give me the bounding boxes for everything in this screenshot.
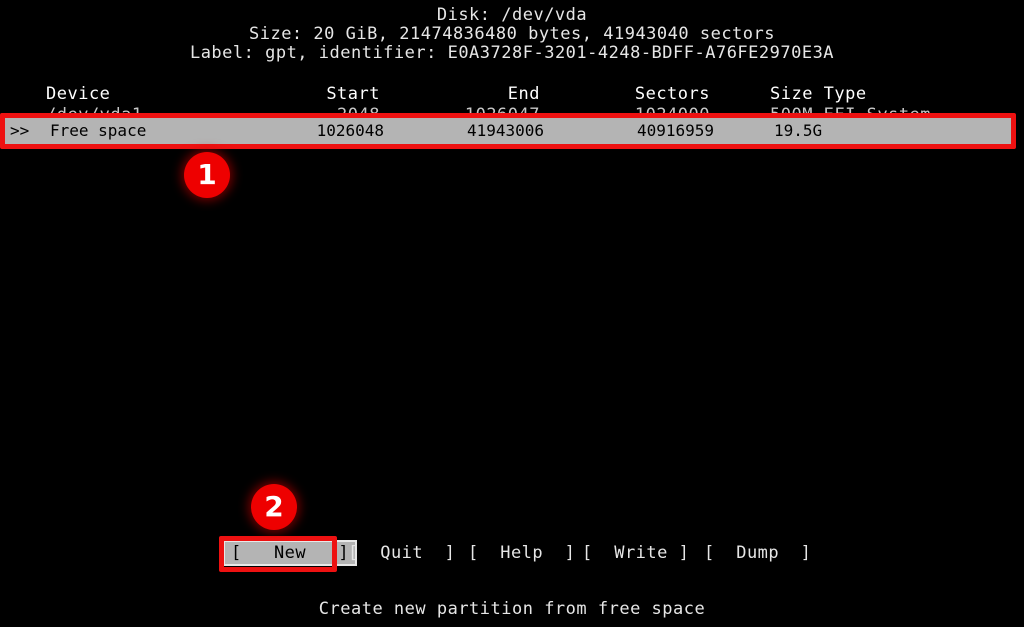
disk-size-line: Size: 20 GiB, 21474836480 bytes, 4194304… xyxy=(248,24,775,44)
status-line: Create new partition from free space xyxy=(318,599,706,619)
table-header-row: Device Start End Sectors Size Type xyxy=(0,84,1024,105)
row-start: 1026048 xyxy=(316,121,384,140)
column-header-sectors: Sectors xyxy=(634,84,710,104)
selection-marker: >> xyxy=(10,121,30,140)
menu-item-write[interactable]: [ Write ] xyxy=(582,540,689,566)
annotation-badge-2: 2 xyxy=(251,484,297,530)
row-size-type: 19.5G xyxy=(774,121,823,140)
disk-header: Disk: /dev/vda Size: 20 GiB, 21474836480… xyxy=(0,6,1024,63)
column-header-size-type: Size Type xyxy=(770,84,867,104)
disk-title: Disk: /dev/vda xyxy=(436,5,588,25)
column-header-start: Start xyxy=(326,84,380,104)
table-row-selected[interactable]: >> Free space 1026048 41943006 40916959 … xyxy=(4,118,1012,144)
menu-item-dump[interactable]: [ Dump ] xyxy=(704,540,811,566)
cfdisk-screen: Disk: /dev/vda Size: 20 GiB, 21474836480… xyxy=(0,0,1024,627)
free-space-row[interactable]: >> Free space 1026048 41943006 40916959 … xyxy=(4,118,1012,144)
menu-item-new[interactable]: [ New ] xyxy=(223,540,358,566)
annotation-badge-1: 1 xyxy=(184,152,230,198)
menu-item-quit[interactable]: [ Quit ] xyxy=(348,540,455,566)
selected-row-container[interactable]: >> Free space 1026048 41943006 40916959 … xyxy=(4,118,1012,144)
menu-item-help[interactable]: [ Help ] xyxy=(468,540,575,566)
column-header-device: Device xyxy=(46,84,111,104)
row-sectors: 40916959 xyxy=(636,121,714,140)
row-device: Free space xyxy=(50,121,147,140)
disk-label-line: Label: gpt, identifier: E0A3728F-3201-42… xyxy=(189,43,835,63)
action-menu: [ New ] [ Quit ] [ Help ] [ Write ] [ Du… xyxy=(0,540,1024,568)
column-header-end: End xyxy=(507,84,540,104)
row-end: 41943006 xyxy=(466,121,544,140)
